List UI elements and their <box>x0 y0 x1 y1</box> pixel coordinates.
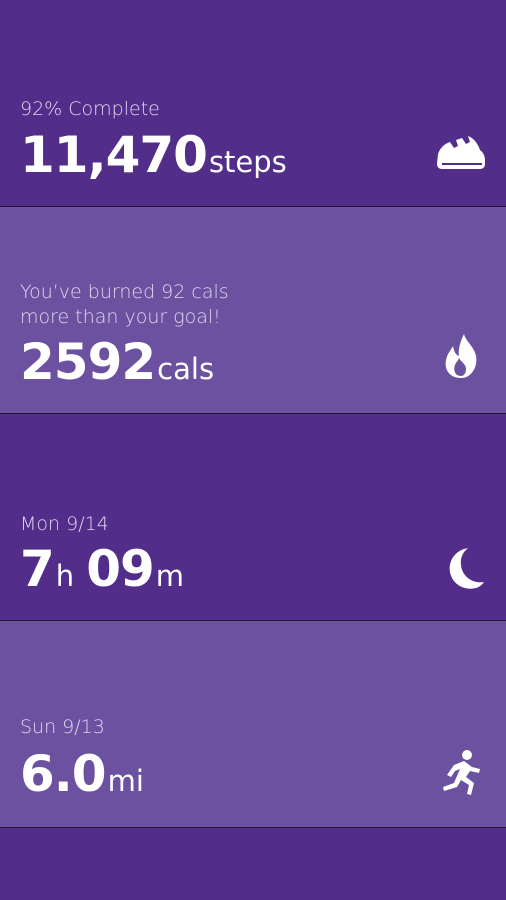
steps-tile[interactable]: 92% Complete 11,470 steps <box>0 0 506 206</box>
sleep-date-label: Mon 9/14 <box>20 513 109 535</box>
calories-value: 2592 <box>20 333 156 391</box>
steps-progress-label: 92% Complete <box>20 98 160 120</box>
distance-unit: mi <box>107 764 144 798</box>
shoe-icon <box>434 128 488 178</box>
sleep-minutes-unit: m <box>155 559 185 593</box>
moon-icon <box>434 544 488 594</box>
sleep-hours-unit: h <box>55 559 75 593</box>
calories-message-line1: You’ve burned 92 cals <box>20 281 229 303</box>
distance-value: 6.0 <box>20 745 107 803</box>
calories-tile[interactable]: You’ve burned 92 cals more than your goa… <box>0 207 506 413</box>
calories-message-line2: more than your goal! <box>20 306 221 328</box>
flame-icon <box>434 332 488 382</box>
steps-value-row: 11,470 steps <box>20 126 287 184</box>
steps-unit: steps <box>208 145 287 179</box>
sleep-tile[interactable]: Mon 9/14 7 h 09 m <box>0 414 506 620</box>
calories-unit: cals <box>157 352 215 386</box>
calories-value-row: 2592 cals <box>20 333 214 391</box>
distance-date-label: Sun 9/13 <box>20 716 105 738</box>
sleep-hours-value: 7 <box>20 540 55 598</box>
distance-value-row: 6.0 mi <box>20 745 144 803</box>
sleep-value-row: 7 h 09 m <box>20 540 184 598</box>
distance-tile[interactable]: Sun 9/13 6.0 mi <box>0 621 506 827</box>
steps-value: 11,470 <box>20 126 208 184</box>
sleep-minutes-value: 09 <box>86 540 155 598</box>
runner-icon <box>434 749 488 799</box>
next-tile[interactable] <box>0 828 506 900</box>
